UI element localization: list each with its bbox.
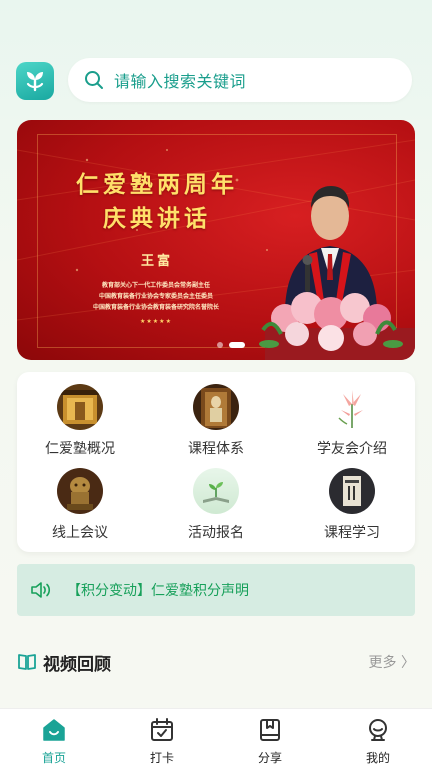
bottom-tab-bar: 首页 打卡 分享 我的 — [0, 708, 432, 768]
menu-item-curriculum[interactable]: 课程体系 — [161, 384, 271, 458]
tab-home[interactable]: 首页 — [24, 717, 84, 766]
menu-item-course-study[interactable]: 课程学习 — [297, 468, 407, 542]
speaker-photo — [259, 186, 415, 360]
carousel-indicator[interactable] — [217, 342, 245, 348]
bronze-lion-icon — [57, 468, 103, 514]
more-link[interactable]: 更多 〉 — [369, 652, 415, 672]
tab-label: 首页 — [41, 751, 66, 765]
book-share-icon — [260, 719, 280, 741]
header: 请输入搜索关键词 — [0, 58, 432, 106]
notice-bar[interactable]: 【积分变动】仁爱塾积分声明 — [17, 564, 415, 616]
tab-checkin[interactable]: 打卡 — [132, 717, 192, 766]
temple-hall-icon — [57, 384, 103, 430]
banner-speaker-name: 王富 — [140, 254, 173, 269]
statue-icon — [193, 384, 239, 430]
tab-label: 分享 — [257, 751, 282, 765]
feature-grid: 仁爱塾概况 课程体系 学友会介绍 线上会议 活动报名 课程学习 — [17, 372, 415, 552]
search-icon — [85, 71, 103, 89]
lily-flower-icon — [329, 384, 375, 430]
menu-item-alumni[interactable]: 学友会介绍 — [297, 384, 407, 458]
section-title: 视频回顾 — [43, 655, 111, 675]
calendar-check-icon — [151, 718, 173, 741]
menu-item-event-signup[interactable]: 活动报名 — [161, 468, 271, 542]
sprout-logo-icon — [26, 72, 44, 92]
speaker-icon — [31, 582, 51, 598]
menu-item-online-meeting[interactable]: 线上会议 — [25, 468, 135, 542]
banner-title: 仁爱塾两周年 庆典讲话 — [76, 171, 238, 232]
carousel-dot[interactable] — [217, 342, 223, 348]
menu-item-label: 学友会介绍 — [317, 441, 387, 457]
tab-label: 打卡 — [149, 751, 174, 765]
home-icon — [43, 719, 65, 741]
menu-item-label: 线上会议 — [52, 525, 108, 541]
search-input[interactable]: 请输入搜索关键词 — [114, 68, 246, 92]
profile-icon — [369, 719, 387, 741]
search-bar[interactable]: 请输入搜索关键词 — [68, 58, 412, 102]
banner-stars: ★★★★★ — [140, 318, 172, 325]
book-cover-icon — [329, 468, 375, 514]
tab-mine[interactable]: 我的 — [348, 717, 408, 766]
menu-item-label: 课程学习 — [324, 525, 380, 541]
video-review-section-header: 视频回顾 更多 〉 — [17, 650, 415, 676]
app-logo[interactable] — [16, 62, 54, 100]
menu-item-label: 仁爱塾概况 — [45, 441, 115, 457]
sprout-book-icon — [193, 468, 239, 514]
tab-share[interactable]: 分享 — [240, 717, 300, 766]
chevron-right-icon: 〉 — [401, 655, 415, 671]
open-book-icon — [18, 654, 36, 670]
notice-text[interactable]: 【积分变动】仁爱塾积分声明 — [67, 580, 249, 600]
banner-speaker-roles: 教育部关心下一代工作委员会常务副主任 中国教育装备行业协会专家委员会主任委员 中… — [92, 282, 219, 311]
carousel-dot-active[interactable] — [229, 342, 245, 348]
menu-item-label: 活动报名 — [188, 525, 244, 541]
menu-item-label: 课程体系 — [188, 441, 244, 457]
tab-label: 我的 — [365, 751, 390, 765]
menu-item-overview[interactable]: 仁爱塾概况 — [25, 384, 135, 458]
banner-carousel[interactable]: 仁爱塾两周年 庆典讲话 王富 教育部关心下一代工作委员会常务副主任 中国教育装备… — [17, 120, 415, 360]
